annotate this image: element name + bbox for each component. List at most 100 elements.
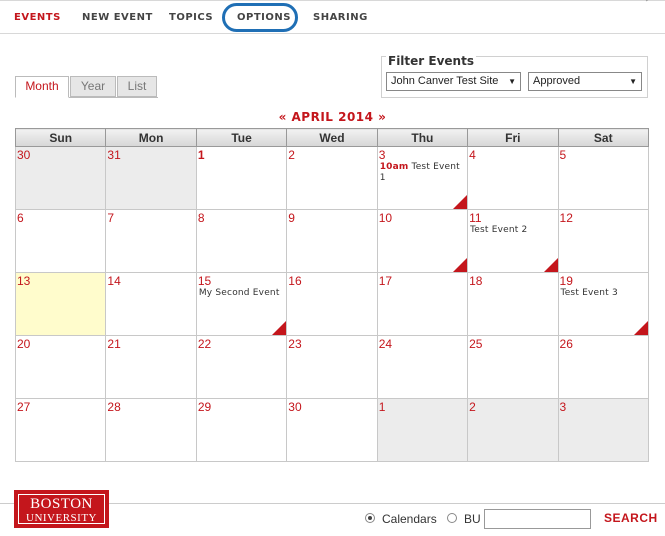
day-cell[interactable]: 18 — [467, 272, 559, 336]
day-cell[interactable]: 23 — [286, 335, 378, 399]
day-number[interactable]: 22 — [197, 336, 286, 351]
calendar-event[interactable]: Test Event 2 — [468, 225, 557, 236]
site-select[interactable]: John Canver Test Site ▼ — [386, 72, 521, 91]
day-cell[interactable]: 30 — [14, 146, 107, 210]
day-number[interactable]: 30 — [287, 399, 376, 414]
day-number[interactable]: 1 — [378, 399, 467, 414]
day-number[interactable]: 30 — [16, 147, 105, 162]
day-number[interactable]: 9 — [287, 210, 376, 225]
status-select-value: Approved — [533, 75, 581, 87]
day-cell[interactable]: 25 — [467, 335, 559, 399]
day-number[interactable]: 25 — [468, 336, 557, 351]
day-cell[interactable]: 17 — [376, 272, 469, 336]
calendar-grid: Sun Mon Tue Wed Thu Fri Sat 30 31 1 2 3 … — [14, 128, 650, 462]
options-highlight-ring — [222, 3, 298, 32]
day-number[interactable]: 7 — [106, 210, 195, 225]
day-cell[interactable]: 24 — [376, 335, 469, 399]
tab-events[interactable]: EVENTS — [14, 12, 61, 23]
day-cell[interactable]: 11 Test Event 2 — [467, 209, 559, 273]
day-cell[interactable]: 16 — [286, 272, 378, 336]
chevron-down-icon: ▼ — [508, 77, 516, 86]
calendar-event[interactable]: 10am Test Event 1 — [378, 162, 467, 184]
day-cell[interactable]: 31 — [105, 146, 197, 210]
day-number[interactable]: 27 — [16, 399, 105, 414]
day-cell[interactable]: 3 10am Test Event 1 — [376, 146, 469, 210]
chevron-down-icon: ▼ — [629, 77, 637, 86]
day-number[interactable]: 12 — [559, 210, 648, 225]
day-cell[interactable]: 26 — [557, 335, 650, 399]
day-cell[interactable]: 22 — [195, 335, 288, 399]
day-number[interactable]: 5 — [559, 147, 648, 162]
day-number[interactable]: 16 — [287, 273, 376, 288]
day-cell[interactable]: 8 — [195, 209, 288, 273]
view-tab-year[interactable]: Year — [70, 76, 116, 97]
day-number[interactable]: 11 — [468, 210, 557, 225]
day-number[interactable]: 4 — [468, 147, 557, 162]
day-number[interactable]: 28 — [106, 399, 195, 414]
day-number[interactable]: 13 — [16, 273, 105, 288]
event-marker — [453, 258, 468, 272]
day-cell[interactable]: 2 — [467, 398, 559, 462]
boston-university-logo[interactable]: BOSTON UNIVERSITY — [14, 490, 109, 528]
weekday-header-row: Sun Mon Tue Wed Thu Fri Sat — [14, 128, 650, 147]
day-number[interactable]: 2 — [287, 147, 376, 162]
day-cell[interactable]: 9 — [286, 209, 378, 273]
calendars-radio[interactable] — [365, 513, 375, 523]
view-tab-list[interactable]: List — [117, 76, 157, 97]
day-number[interactable]: 23 — [287, 336, 376, 351]
day-number[interactable]: 3 — [378, 147, 467, 162]
status-select[interactable]: Approved ▼ — [528, 72, 642, 91]
day-number[interactable]: 26 — [559, 336, 648, 351]
day-number[interactable]: 20 — [16, 336, 105, 351]
day-number[interactable]: 17 — [378, 273, 467, 288]
day-cell[interactable]: 7 — [105, 209, 197, 273]
bu-radio[interactable] — [447, 513, 457, 523]
bu-radio-label: BU — [464, 512, 481, 526]
day-cell[interactable]: 6 — [14, 209, 107, 273]
day-cell[interactable]: 12 — [557, 209, 650, 273]
day-number[interactable]: 29 — [197, 399, 286, 414]
day-cell[interactable]: 27 — [14, 398, 107, 462]
day-number[interactable]: 24 — [378, 336, 467, 351]
day-cell[interactable]: 29 — [195, 398, 288, 462]
day-number[interactable]: 3 — [559, 399, 648, 414]
day-cell[interactable]: 28 — [105, 398, 197, 462]
day-cell[interactable]: 4 — [467, 146, 559, 210]
day-number[interactable]: 6 — [16, 210, 105, 225]
weekday-header: Thu — [376, 128, 469, 147]
day-cell[interactable]: 14 — [105, 272, 197, 336]
day-number[interactable]: 14 — [106, 273, 195, 288]
day-cell[interactable]: 2 — [286, 146, 378, 210]
day-cell[interactable]: 19 Test Event 3 — [557, 272, 650, 336]
day-number[interactable]: 21 — [106, 336, 195, 351]
month-title[interactable]: « APRIL 2014 » — [0, 110, 665, 124]
day-cell[interactable]: 1 — [376, 398, 469, 462]
day-cell[interactable]: 20 — [14, 335, 107, 399]
view-tab-month[interactable]: Month — [15, 76, 69, 98]
day-cell[interactable]: 21 — [105, 335, 197, 399]
day-number[interactable]: 31 — [106, 147, 195, 162]
day-cell-today[interactable]: 13 — [14, 272, 107, 336]
day-number[interactable]: 1 — [197, 147, 286, 162]
day-number[interactable]: 18 — [468, 273, 557, 288]
tab-sharing[interactable]: SHARING — [313, 12, 368, 23]
weekday-header: Wed — [286, 128, 378, 147]
day-number[interactable]: 19 — [559, 273, 648, 288]
day-cell[interactable]: 1 — [195, 146, 288, 210]
tab-topics[interactable]: TOPICS — [169, 12, 213, 23]
day-cell[interactable]: 5 — [557, 146, 650, 210]
search-button[interactable]: SEARCH — [604, 511, 658, 525]
calendar-event[interactable]: My Second Event — [197, 288, 286, 299]
tab-new-event[interactable]: NEW EVENT — [82, 12, 153, 23]
day-cell[interactable]: 3 — [557, 398, 650, 462]
logo-line2: UNIVERSITY — [26, 512, 97, 524]
day-cell[interactable]: 30 — [286, 398, 378, 462]
day-cell[interactable]: 15 My Second Event — [195, 272, 288, 336]
day-cell[interactable]: 10 — [376, 209, 469, 273]
calendar-event[interactable]: Test Event 3 — [559, 288, 648, 299]
day-number[interactable]: 10 — [378, 210, 467, 225]
day-number[interactable]: 8 — [197, 210, 286, 225]
search-input[interactable] — [484, 509, 591, 529]
day-number[interactable]: 2 — [468, 399, 557, 414]
day-number[interactable]: 15 — [197, 273, 286, 288]
